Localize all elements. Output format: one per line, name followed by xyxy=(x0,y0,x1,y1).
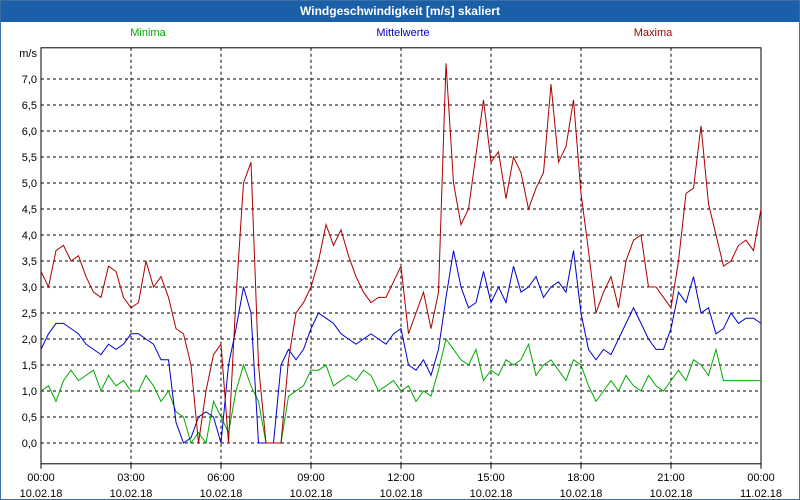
x-tick-date: 10.02.18 xyxy=(470,488,513,499)
legend-mittelwerte: Mittelwerte xyxy=(376,27,429,39)
x-tick-time: 09:00 xyxy=(297,472,325,484)
x-tick-time: 00:00 xyxy=(27,472,55,484)
chart-window: Windgeschwindigkeit [m/s] skaliert 0,0 0,… xyxy=(0,0,800,500)
y-tick-label: 3,5 xyxy=(22,256,37,268)
x-tick-time: 18:00 xyxy=(567,472,595,484)
x-tick-time: 00:00 xyxy=(747,472,775,484)
y-tick-label: 2,0 xyxy=(22,334,37,346)
y-tick-label: 1,5 xyxy=(22,360,37,372)
legend-minima: Minima xyxy=(130,27,166,39)
x-tick-date: 10.02.18 xyxy=(650,488,693,499)
legend-maxima: Maxima xyxy=(634,27,673,39)
x-tick-time: 03:00 xyxy=(117,472,145,484)
x-tick-date: 10.02.18 xyxy=(20,488,63,499)
x-tick-date: 10.02.18 xyxy=(560,488,603,499)
x-tick-date: 10.02.18 xyxy=(380,488,423,499)
y-tick-label: 0,0 xyxy=(22,438,37,450)
y-tick-label: 3,0 xyxy=(22,282,37,294)
x-tick-time: 21:00 xyxy=(657,472,685,484)
x-tick-time: 06:00 xyxy=(207,472,235,484)
window-title: Windgeschwindigkeit [m/s] skaliert xyxy=(1,1,799,22)
y-tick-label: 4,0 xyxy=(22,230,37,242)
chart-area: 0,0 0,5 1,0 1,5 2,0 2,5 3,0 3,5 4,0 4,5 5,0 5,5 6,0 6… xyxy=(19,27,782,499)
y-tick-label: 5,5 xyxy=(22,152,37,164)
y-axis-label: m/s xyxy=(19,48,37,60)
y-tick-label: 5,0 xyxy=(22,178,37,190)
y-tick-label: 6,5 xyxy=(22,100,37,112)
x-tick-time: 12:00 xyxy=(387,472,415,484)
y-tick-label: 2,5 xyxy=(22,308,37,320)
x-tick-time: 15:00 xyxy=(477,472,505,484)
x-tick-date: 10.02.18 xyxy=(110,488,153,499)
x-tick-date: 10.02.18 xyxy=(290,488,333,499)
y-tick-label: 0,5 xyxy=(22,412,37,424)
y-tick-label: 7,0 xyxy=(22,74,37,86)
y-tick-label: 1,0 xyxy=(22,386,37,398)
grid-layer xyxy=(40,47,762,469)
x-tick-date: 10.02.18 xyxy=(200,488,243,499)
y-tick-label: 4,5 xyxy=(22,204,37,216)
y-tick-label: 6,0 xyxy=(22,126,37,138)
x-tick-date: 11.02.18 xyxy=(740,488,782,499)
